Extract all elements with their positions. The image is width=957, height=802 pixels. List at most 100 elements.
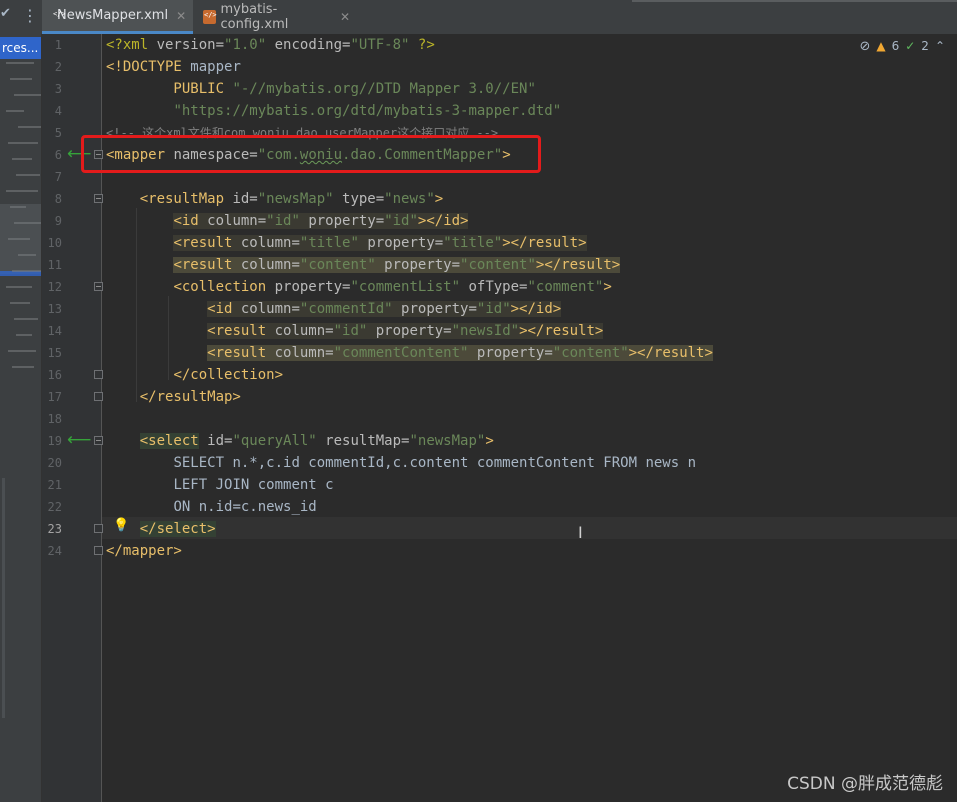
line-number[interactable]: 22 — [42, 496, 62, 518]
project-tree-row[interactable] — [16, 334, 32, 336]
fold-end-icon[interactable] — [94, 370, 103, 379]
inspection-widget[interactable]: ⊘ ▲ 6 ✓ 2 ⌃ — [859, 36, 945, 56]
project-tree-row[interactable] — [12, 270, 41, 272]
code-line-21[interactable]: LEFT JOIN comment c — [106, 474, 333, 496]
code-line-3[interactable]: PUBLIC "-//mybatis.org//DTD Mapper 3.0//… — [106, 78, 535, 100]
code-line-12[interactable]: <collection property="commentList" ofTyp… — [106, 276, 611, 298]
line-number[interactable]: 7 — [42, 166, 62, 188]
token: "title" — [443, 235, 503, 251]
project-tree-row[interactable] — [10, 206, 26, 208]
close-icon[interactable]: ✕ — [176, 9, 186, 23]
fold-end-icon[interactable] — [94, 524, 103, 533]
code-line-23[interactable]: </select> — [106, 518, 216, 540]
token: property= — [358, 235, 444, 251]
project-tree-scrollbar[interactable] — [2, 478, 5, 718]
code-line-15[interactable]: <result column="commentContent" property… — [106, 342, 713, 364]
line-number[interactable]: 10 — [42, 232, 62, 254]
token: column= — [274, 323, 334, 339]
code-line-2[interactable]: <!DOCTYPE mapper — [106, 56, 241, 78]
check-icon[interactable]: ✓ — [905, 39, 915, 53]
token: ofType= — [460, 279, 528, 295]
line-number[interactable]: 9 — [42, 210, 62, 232]
more-options-icon[interactable]: ⋮ — [22, 6, 38, 26]
warning-count[interactable]: 6 — [892, 39, 900, 53]
line-number[interactable]: 15 — [42, 342, 62, 364]
typo-count[interactable]: 2 — [921, 39, 929, 53]
project-tree-selected-item[interactable]: rces... — [0, 37, 41, 59]
line-number[interactable]: 6 — [42, 144, 62, 166]
line-number[interactable]: 13 — [42, 298, 62, 320]
code-line-10[interactable]: <result column="title" property="title">… — [106, 232, 587, 254]
tab-mybatis-config-xml[interactable]: mybatis-config.xml ✕ — [193, 0, 358, 34]
code-line-9[interactable]: <id column="id" property="id"></id> — [106, 210, 469, 232]
line-number[interactable]: 24 — [42, 540, 62, 562]
code-line-17[interactable]: </resultMap> — [106, 386, 241, 408]
line-number[interactable]: 14 — [42, 320, 62, 342]
project-tree-row[interactable] — [8, 142, 38, 144]
line-number[interactable]: 1 — [42, 34, 62, 56]
code-line-16[interactable]: </collection> — [106, 364, 283, 386]
token: "id" — [266, 213, 300, 229]
tab-newsmapper-xml[interactable]: NewsMapper.xml ✕ — [42, 0, 193, 34]
token: </resultMap> — [139, 389, 241, 405]
chevron-up-icon[interactable]: ⌃ — [935, 39, 945, 53]
line-number[interactable]: 5 — [42, 122, 62, 144]
line-number[interactable]: 20 — [42, 452, 62, 474]
project-tree-row[interactable] — [10, 78, 32, 80]
token: <result — [173, 235, 241, 251]
project-tree-row[interactable] — [14, 318, 38, 320]
line-number[interactable]: 16 — [42, 364, 62, 386]
line-number[interactable]: 23 — [42, 518, 62, 540]
fold-end-icon[interactable] — [94, 392, 103, 401]
token: </mapper> — [106, 543, 182, 559]
project-tree-row[interactable] — [18, 254, 36, 256]
warning-icon[interactable]: ▲ — [876, 39, 885, 53]
line-number[interactable]: 21 — [42, 474, 62, 496]
navigate-to-method-icon[interactable]: ⟵ — [67, 429, 91, 451]
project-tree-row[interactable] — [8, 350, 36, 352]
code-line-8[interactable]: <resultMap id="newsMap" type="news"> — [106, 188, 443, 210]
fold-toggle-icon[interactable] — [94, 282, 103, 291]
token: "commentList" — [350, 279, 461, 295]
code-line-14[interactable]: <result column="id" property="newsId"></… — [106, 320, 604, 342]
fold-toggle-icon[interactable] — [94, 194, 103, 203]
project-tree-row[interactable] — [12, 366, 34, 368]
project-tree-row[interactable] — [6, 62, 34, 64]
line-number[interactable]: 19 — [42, 430, 62, 452]
reader-mode-icon[interactable]: ⊘ — [859, 39, 870, 54]
token: "comment" — [527, 279, 604, 295]
line-number[interactable]: 2 — [42, 56, 62, 78]
line-number[interactable]: 3 — [42, 78, 62, 100]
token: id= — [232, 191, 258, 207]
check-icon[interactable]: ✔ — [0, 6, 12, 26]
project-tree-row[interactable] — [18, 126, 41, 128]
project-tree-row[interactable] — [8, 238, 30, 240]
project-tree-row[interactable] — [14, 222, 41, 224]
project-tree-row[interactable] — [12, 158, 32, 160]
project-tree-row[interactable] — [10, 302, 30, 304]
line-number[interactable]: 11 — [42, 254, 62, 276]
close-icon[interactable]: ✕ — [340, 10, 350, 24]
fold-toggle-icon[interactable] — [94, 436, 103, 445]
code-line-1[interactable]: <?xml version="1.0" encoding="UTF-8" ?> — [106, 34, 435, 56]
project-tree-row[interactable] — [14, 94, 41, 96]
project-tree-row[interactable] — [6, 190, 38, 192]
project-panel[interactable]: rces... — [0, 34, 42, 802]
code-line-11[interactable]: <result column="content" property="conte… — [106, 254, 621, 276]
token: "id" — [476, 301, 511, 317]
line-number[interactable]: 4 — [42, 100, 62, 122]
project-tree-row[interactable] — [6, 286, 32, 288]
project-tree-row[interactable] — [16, 174, 40, 176]
code-line-22[interactable]: ON n.id=c.news_id — [106, 496, 316, 518]
code-line-4[interactable]: "https://mybatis.org/dtd/mybatis-3-mappe… — [106, 100, 561, 122]
line-number[interactable]: 8 — [42, 188, 62, 210]
line-number[interactable]: 12 — [42, 276, 62, 298]
code-line-19[interactable]: <select id="queryAll" resultMap="newsMap… — [106, 430, 494, 452]
project-tree-row[interactable] — [6, 110, 24, 112]
fold-end-icon[interactable] — [94, 546, 103, 555]
code-line-20[interactable]: SELECT n.*,c.id commentId,c.content comm… — [106, 452, 696, 474]
code-line-24[interactable]: </mapper> — [106, 540, 182, 562]
line-number[interactable]: 18 — [42, 408, 62, 430]
line-number[interactable]: 17 — [42, 386, 62, 408]
code-line-13[interactable]: <id column="commentId" property="id"></i… — [106, 298, 562, 320]
